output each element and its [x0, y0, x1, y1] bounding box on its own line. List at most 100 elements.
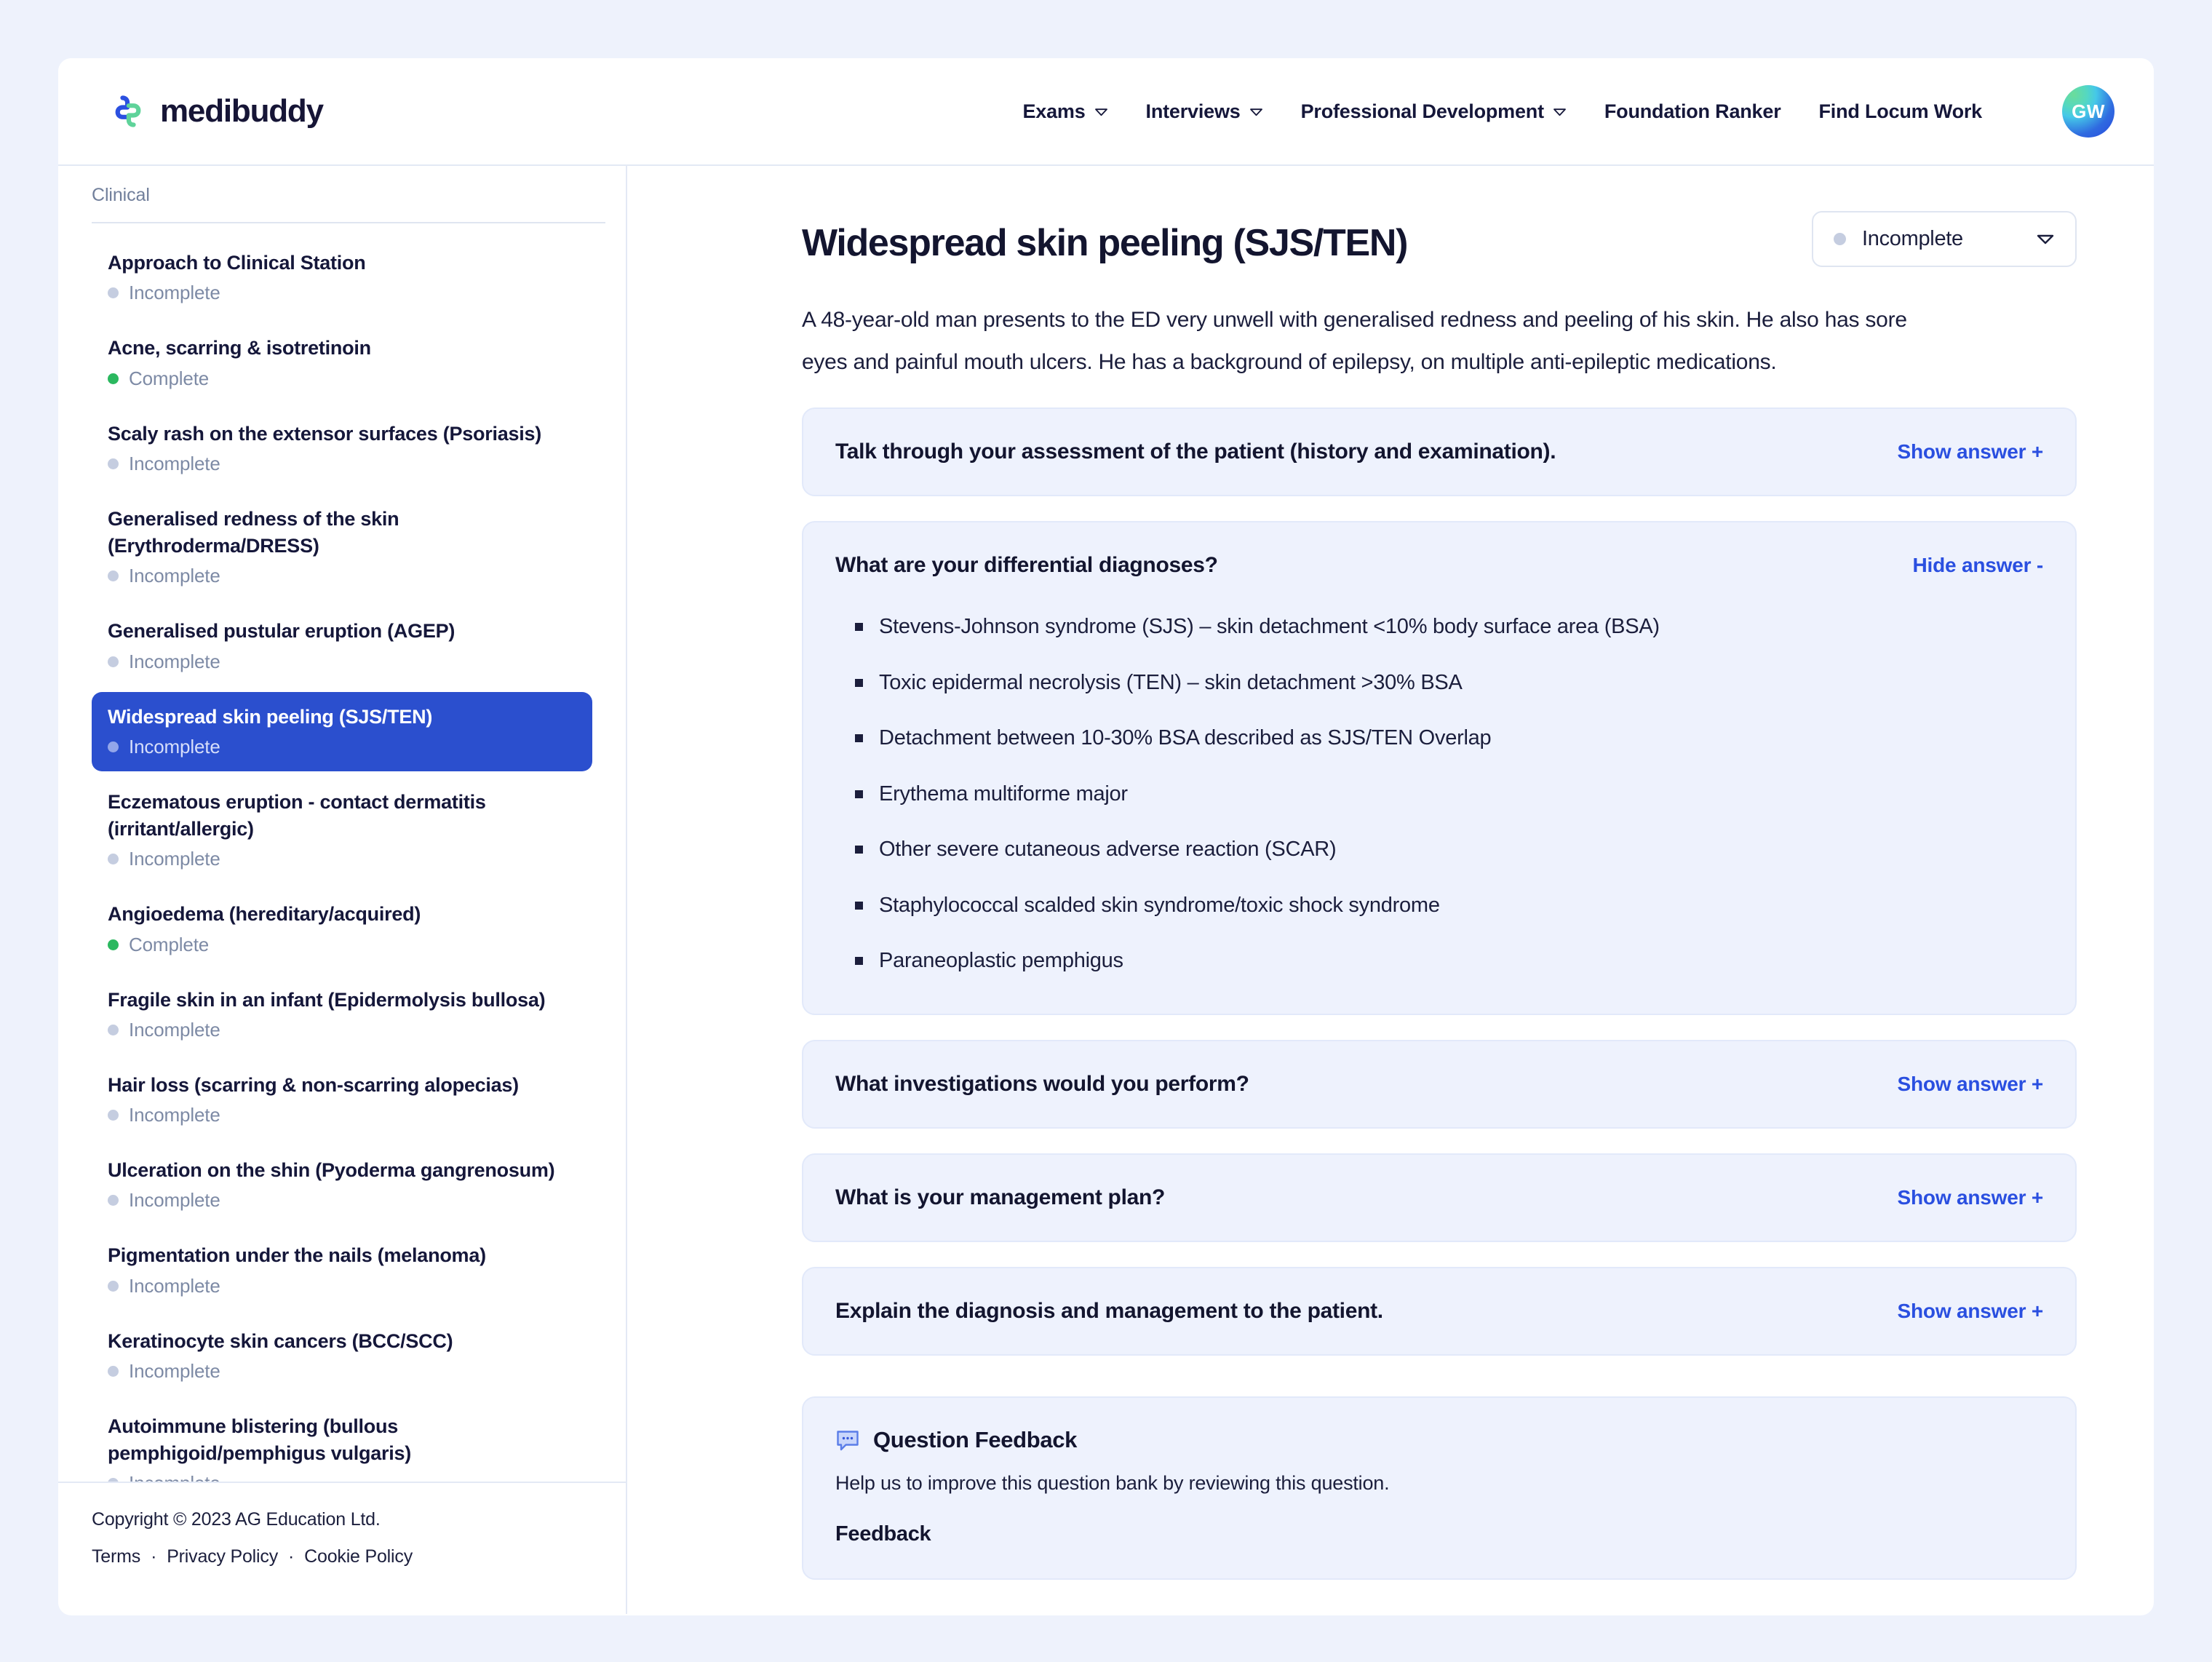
sidebar-item[interactable]: Acne, scarring & isotretinoin Complete	[92, 323, 592, 402]
sidebar-item-title: Scaly rash on the extensor surfaces (Pso…	[108, 422, 542, 445]
status-dot	[108, 287, 119, 299]
sidebar-item[interactable]: Scaly rash on the extensor surfaces (Pso…	[92, 409, 592, 488]
sidebar-item[interactable]: Fragile skin in an infant (Epidermolysis…	[92, 975, 592, 1054]
question-card-header: What are your differential diagnoses? Hid…	[835, 553, 2043, 578]
sidebar-item-title: Eczematous eruption - contact dermatitis…	[108, 790, 486, 840]
status-dot	[108, 741, 119, 752]
copyright-text: Copyright © 2023 AG Education Ltd.	[92, 1508, 381, 1530]
sidebar-item-status: Incomplete	[108, 1189, 576, 1212]
status-label: Incomplete	[129, 1359, 220, 1382]
sidebar-item[interactable]: Generalised pustular eruption (AGEP) Inco…	[92, 606, 592, 685]
chevron-down-icon	[1249, 108, 1262, 116]
sidebar-item-status: Incomplete	[108, 651, 576, 673]
nav-item-professional-development[interactable]: Professional Development	[1301, 100, 1567, 123]
status-label: Incomplete	[129, 1018, 220, 1041]
question-feedback-card: Question Feedback Help us to improve thi…	[802, 1396, 2077, 1580]
chevron-down-icon	[1553, 108, 1566, 116]
nav-label-exams: Exams	[1022, 100, 1086, 122]
main-nav: Exams Interviews Professional Developmen…	[1022, 85, 2114, 138]
question-text: What are your differential diagnoses?	[835, 553, 1218, 578]
sidebar-item[interactable]: Angioedema (hereditary/acquired) Complete	[92, 889, 592, 969]
app-window: medibuddy Exams Interviews Professional …	[58, 58, 2154, 1615]
chevron-down-icon	[1094, 108, 1107, 116]
question-text: What is your management plan?	[835, 1185, 1166, 1209]
status-dropdown[interactable]: Incomplete	[1812, 211, 2077, 267]
status-dot	[108, 373, 119, 384]
status-dot	[108, 1365, 119, 1377]
status-label: Incomplete	[129, 650, 220, 672]
toggle-answer-button[interactable]: Show answer +	[1898, 1186, 2044, 1209]
sidebar-item[interactable]: Ulceration on the shin (Pyoderma gangren…	[92, 1145, 592, 1225]
speech-bubble-icon	[837, 1430, 859, 1450]
status-dot	[1834, 233, 1846, 245]
sidebar-item[interactable]: Approach to Clinical Station Incomplete	[92, 238, 592, 317]
status-label: Incomplete	[129, 735, 220, 758]
question-text: What investigations would you perform?	[835, 1071, 1249, 1096]
answer-item: Staphylococcal scalded skin syndrome/tox…	[855, 890, 2043, 922]
sidebar-item[interactable]: Pigmentation under the nails (melanoma) I…	[92, 1230, 592, 1310]
sidebar-item-title: Generalised pustular eruption (AGEP)	[108, 620, 455, 643]
sidebar-item-title: Approach to Clinical Station	[108, 252, 366, 274]
nav-item-exams[interactable]: Exams	[1022, 100, 1107, 123]
question-card: Explain the diagnosis and management to …	[802, 1266, 2077, 1356]
status-label: Incomplete	[129, 1472, 220, 1481]
status-label: Incomplete	[129, 1189, 220, 1212]
feedback-subtitle: Help us to improve this question bank by…	[835, 1471, 1390, 1494]
toggle-answer-button[interactable]: Show answer +	[1898, 440, 2044, 464]
legal-links: Terms · Privacy Policy · Cookie Policy	[92, 1546, 592, 1567]
sidebar-item[interactable]: Eczematous eruption - contact dermatitis…	[92, 777, 592, 884]
status-label: Incomplete	[129, 1104, 220, 1126]
nav-item-interviews[interactable]: Interviews	[1146, 100, 1263, 123]
sidebar-item[interactable]: Autoimmune blistering (bullous pemphigoi…	[92, 1401, 592, 1482]
sidebar-item[interactable]: Widespread skin peeling (SJS/TEN) Incompl…	[92, 691, 592, 771]
status-dot	[108, 854, 119, 865]
medibuddy-logo-icon	[115, 95, 141, 127]
status-dot	[108, 1195, 119, 1206]
brand-logo[interactable]: medibuddy	[108, 91, 324, 132]
status-label: Incomplete	[129, 1274, 220, 1297]
toggle-answer-button[interactable]: Show answer +	[1898, 1073, 2044, 1096]
answer-item: Paraneoplastic pemphigus	[855, 945, 2043, 977]
page-title: Widespread skin peeling (SJS/TEN)	[802, 222, 1408, 264]
sidebar-list[interactable]: Clinical Approach to Clinical Station Inc…	[58, 166, 626, 1482]
sidebar-footer: Copyright © 2023 AG Education Ltd. Terms…	[58, 1481, 626, 1614]
status-label: Incomplete	[129, 282, 220, 304]
chevron-down-icon	[2037, 234, 2054, 244]
sidebar-item[interactable]: Hair loss (scarring & non-scarring alope…	[92, 1060, 592, 1140]
sidebar-item[interactable]: Generalised redness of the skin (Erythro…	[92, 494, 592, 601]
brand-name: medibuddy	[160, 93, 324, 129]
status-dot	[108, 458, 119, 469]
divider	[92, 222, 605, 223]
cookie-policy-link[interactable]: Cookie Policy	[304, 1546, 413, 1567]
question-text: Talk through your assessment of the pati…	[835, 440, 1556, 464]
nav-item-foundation-ranker[interactable]: Foundation Ranker	[1604, 100, 1781, 123]
answer-item: Toxic epidermal necrolysis (TEN) – skin …	[855, 667, 2043, 699]
privacy-policy-link[interactable]: Privacy Policy	[167, 1546, 278, 1567]
question-text: Explain the diagnosis and management to …	[835, 1298, 1383, 1323]
separator: ·	[151, 1546, 157, 1567]
main-panel: Widespread skin peeling (SJS/TEN) Incomp…	[627, 166, 2154, 1614]
sidebar-item-status: Incomplete	[108, 1360, 576, 1383]
sidebar-item-status: Complete	[108, 367, 576, 390]
nav-item-find-locum-work[interactable]: Find Locum Work	[1819, 100, 1983, 123]
status-dot	[108, 1024, 119, 1035]
answer-list: Stevens-Johnson syndrome (SJS) – skin de…	[835, 611, 2043, 977]
terms-link[interactable]: Terms	[92, 1546, 140, 1567]
status-dot	[108, 939, 119, 950]
nav-label-find-locum-work: Find Locum Work	[1818, 100, 1983, 122]
avatar[interactable]: GW	[2062, 85, 2114, 138]
toggle-answer-button[interactable]: Show answer +	[1898, 1300, 2044, 1323]
sidebar-item[interactable]: Keratinocyte skin cancers (BCC/SCC) Incom…	[92, 1316, 592, 1396]
sidebar-item-status: Incomplete	[108, 1104, 576, 1126]
question-card-header: What is your management plan? Show answer…	[835, 1185, 2043, 1210]
sidebar-item-title: Pigmentation under the nails (melanoma)	[108, 1244, 486, 1267]
status-dot	[108, 1478, 119, 1482]
toggle-answer-button[interactable]: Hide answer -	[1913, 554, 2044, 577]
feedback-header: Question Feedback	[835, 1427, 2043, 1453]
nav-label-foundation-ranker: Foundation Ranker	[1604, 100, 1781, 122]
sidebar-item-title: Autoimmune blistering (bullous pemphigoi…	[108, 1415, 412, 1464]
sidebar-item-status: Incomplete	[108, 565, 576, 587]
feedback-title: Question Feedback	[873, 1426, 1078, 1452]
answer-item: Detachment between 10-30% BSA described …	[855, 723, 2043, 755]
content-area: Clinical Approach to Clinical Station Inc…	[58, 166, 2154, 1614]
